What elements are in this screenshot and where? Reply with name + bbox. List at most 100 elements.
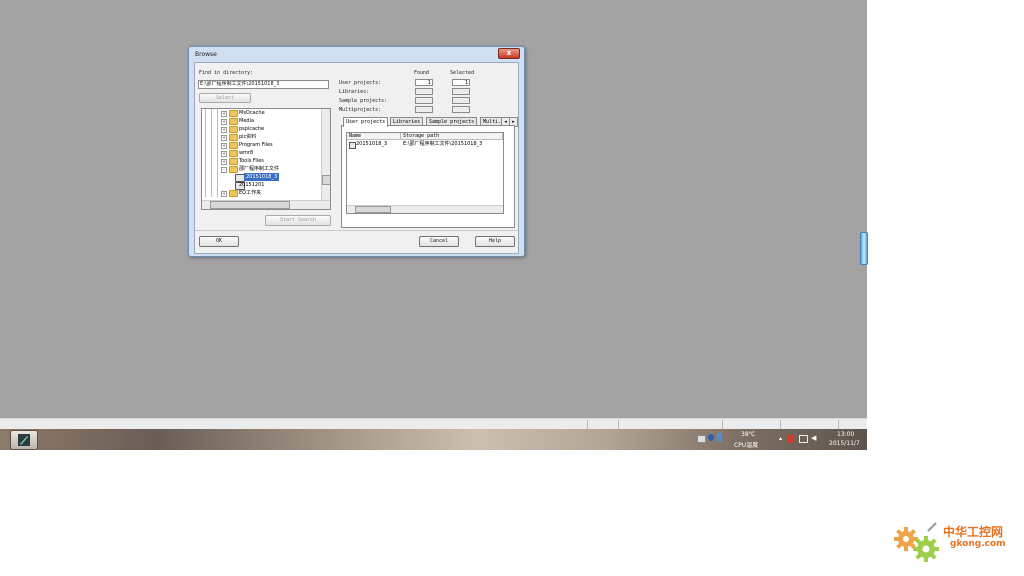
tree-guide-line xyxy=(205,125,206,133)
volume-icon[interactable]: ◀ xyxy=(811,434,816,442)
multiprojects-label: Multiprojects: xyxy=(339,107,382,113)
tree-item[interactable]: + Media xyxy=(202,117,316,125)
tree-guide-line xyxy=(205,181,206,189)
directory-path-field[interactable]: E:\邵厂程序制工文件\20151018_3 xyxy=(198,80,329,89)
tree-guide-line xyxy=(217,181,218,189)
multiprojects-selected xyxy=(452,106,470,113)
project-name-cell: 20151018_3 xyxy=(356,141,388,147)
tree-guide-line xyxy=(217,117,218,125)
column-header-name[interactable]: Name xyxy=(347,133,401,140)
status-divider xyxy=(587,420,588,429)
tree-guide-line xyxy=(217,109,218,117)
folder-icon xyxy=(229,166,238,173)
alert-icon[interactable] xyxy=(788,435,793,443)
ok-button[interactable]: OK xyxy=(199,236,239,247)
find-in-directory-label: Find in directory: xyxy=(199,70,254,76)
close-icon: x xyxy=(506,49,512,57)
tree-guide-line xyxy=(205,141,206,149)
dialog-body: Find in directory: E:\邵厂程序制工文件\20151018_… xyxy=(194,62,519,254)
tree-item[interactable]: + wmr8 xyxy=(202,149,316,157)
tree-item[interactable]: + EQ工作夹 xyxy=(202,189,316,197)
libraries-label: Libraries: xyxy=(339,89,370,95)
network-icon[interactable] xyxy=(799,435,808,443)
tree-item-label: 20151201 xyxy=(239,182,265,188)
cpu-temperature: 38℃ xyxy=(741,431,756,438)
start-search-button[interactable]: Start Search xyxy=(265,215,331,226)
multiprojects-found xyxy=(415,106,433,113)
tree-guide-line xyxy=(217,189,218,197)
user-projects-label: User projects: xyxy=(339,80,382,86)
tree-item-label: 邵厂程序制工文件 xyxy=(239,166,280,172)
show-hidden-icons-icon[interactable]: ▴ xyxy=(779,435,782,442)
project-list[interactable]: Name Storage path 20151018_3 E:\邵厂程序制工文件… xyxy=(346,132,504,214)
tree-item[interactable]: 20151018_3 xyxy=(202,173,316,182)
dialog-title: Browse xyxy=(195,51,217,58)
directory-tree[interactable]: + MsOcache + Media + pspicache + plc资料 + Program … xyxy=(201,108,331,210)
watermark-domain-text: gkong.com xyxy=(950,539,1006,549)
scroll-thumb[interactable] xyxy=(322,175,330,185)
folder-icon xyxy=(229,150,238,157)
tree-item[interactable]: + pspicache xyxy=(202,125,316,133)
hscroll-thumb[interactable] xyxy=(210,201,290,209)
tree-item-label: wmr8 xyxy=(239,150,254,156)
tree-guide-line xyxy=(211,181,212,189)
folder-icon xyxy=(229,142,238,149)
clock-time[interactable]: 13:00 xyxy=(837,431,854,438)
tab-user-projects[interactable]: User projects xyxy=(343,117,389,127)
help-tray-icon[interactable] xyxy=(708,434,714,441)
tree-guide-line xyxy=(205,149,206,157)
tree-item[interactable]: 20151201 xyxy=(202,181,316,190)
tree-item-label: pspicache xyxy=(239,126,265,132)
tree-guide-line xyxy=(217,125,218,133)
tree-guide-line xyxy=(217,157,218,165)
tree-guide-line xyxy=(211,109,212,117)
tree-item[interactable]: + Program Files xyxy=(202,141,316,149)
tree-item[interactable]: - 邵厂程序制工文件 xyxy=(202,165,316,173)
tree-guide-line xyxy=(205,133,206,141)
project-path-cell: E:\邵厂程序制工文件\20151018_3 xyxy=(403,141,483,147)
folder-icon xyxy=(229,126,238,133)
tree-guide-line xyxy=(205,173,206,181)
tree-guide-line xyxy=(217,165,218,173)
tree-guide-line xyxy=(211,173,212,181)
tree-item-label: Media xyxy=(239,118,255,124)
folder-icon xyxy=(229,110,238,117)
tree-guide-line xyxy=(205,117,206,125)
user-projects-found: 1 xyxy=(415,79,433,86)
side-panel-handle[interactable] xyxy=(860,232,868,265)
tree-guide-line xyxy=(211,189,212,197)
found-label: Found xyxy=(414,70,430,76)
select-button[interactable]: Select xyxy=(199,93,251,103)
folder-icon xyxy=(229,118,238,125)
list-hscroll-thumb[interactable] xyxy=(355,206,391,213)
clock-date[interactable]: 2015/11/7 xyxy=(829,440,860,447)
list-horizontal-scrollbar[interactable] xyxy=(347,205,503,213)
tree-guide-line xyxy=(205,109,206,117)
cancel-button[interactable]: Cancel xyxy=(419,236,459,247)
tree-guide-line xyxy=(217,173,218,181)
taskbar-app-button[interactable] xyxy=(10,430,38,450)
help-button[interactable]: Help xyxy=(475,236,515,247)
printer-icon[interactable] xyxy=(697,435,706,443)
tree-guide-line xyxy=(205,165,206,173)
tree-horizontal-scrollbar[interactable] xyxy=(202,200,330,209)
tree-vertical-scrollbar[interactable] xyxy=(321,109,330,201)
status-divider xyxy=(722,420,723,429)
column-header-storage-path[interactable]: Storage path xyxy=(401,133,503,140)
expand-icon[interactable]: + xyxy=(221,191,227,197)
selected-label: Selected xyxy=(450,70,475,76)
tree-item-label: 20151018_3 xyxy=(244,173,280,181)
system-tray: 38℃ CPU温度 ▴ ◀ 13:00 2015/11/7 xyxy=(687,429,867,450)
taskbar: 38℃ CPU温度 ▴ ◀ 13:00 2015/11/7 xyxy=(0,429,867,450)
folder-icon xyxy=(229,134,238,141)
cpu-temperature-label: CPU温度 xyxy=(734,442,759,449)
tree-item-label: EQ工作夹 xyxy=(239,190,262,196)
bluetooth-icon[interactable] xyxy=(717,433,722,442)
libraries-selected xyxy=(452,88,470,95)
tree-item[interactable]: + Tools Files xyxy=(202,157,316,165)
close-button[interactable]: x xyxy=(498,48,520,59)
gkong-watermark: 中华工控网 gkong.com xyxy=(888,519,1018,567)
tree-item[interactable]: + plc资料 xyxy=(202,133,316,141)
gear-logo-icon xyxy=(894,522,939,562)
tree-item[interactable]: + MsOcache xyxy=(202,109,316,117)
